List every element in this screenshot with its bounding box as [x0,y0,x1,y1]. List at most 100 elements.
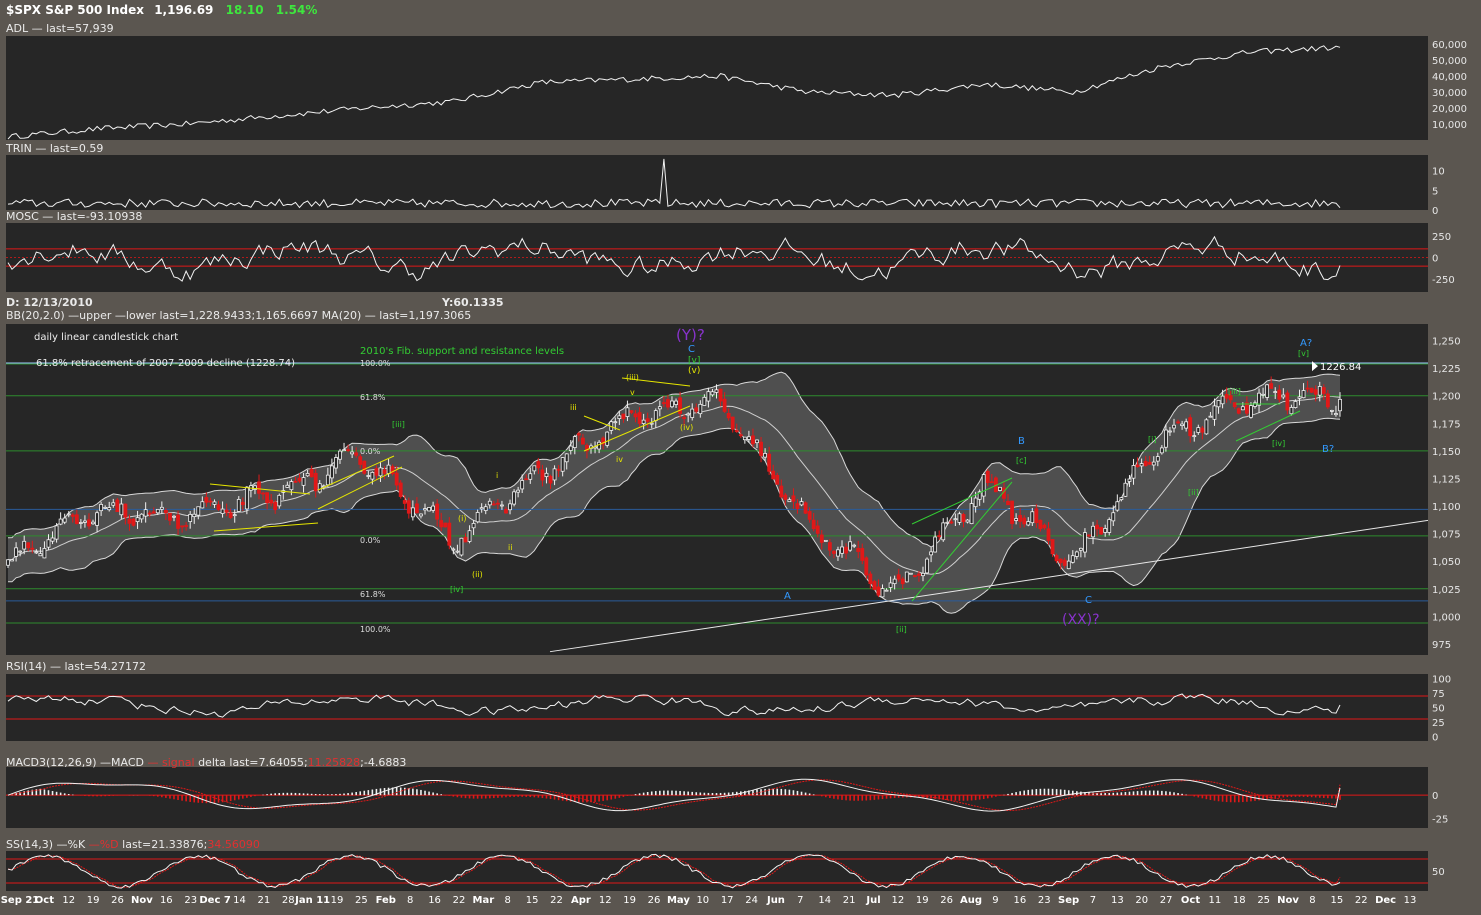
candle-body [487,500,492,506]
candle-body [1200,427,1205,433]
candle-body [775,475,780,485]
candle-body [973,497,978,508]
candle-body [1070,555,1075,563]
candle-body [872,581,877,590]
candle-body [512,491,516,505]
candle-body [70,514,75,517]
candle-body [34,551,39,554]
candle-body [1317,386,1322,396]
rsi-legend: RSI(14) — last=54.27172 [6,660,146,673]
candle-body [746,436,751,440]
candle-body [1261,393,1265,396]
wave-label: B [1018,436,1025,447]
adl-panel [6,36,1428,140]
bb-legend: BB(20,2.0) —upper —lower last=1,228.9433… [6,309,472,322]
candle-body [115,499,120,513]
candle-body [491,503,496,506]
wave-label: [iii] [392,420,405,429]
candle-body [188,514,193,522]
candle-body [111,502,116,506]
candle-body [815,525,820,534]
candle-body [14,547,18,557]
candle-body [1281,394,1286,398]
trin-tick-label: 5 [1432,186,1438,197]
candle-body [1232,402,1237,408]
x-tick-label: 28 [282,895,295,906]
candle-body [119,503,124,516]
candle-body [99,504,104,512]
candle-body [787,499,792,503]
candle-body [937,535,942,538]
candle-body [159,506,164,510]
candle-body [427,507,431,512]
wave-label: [i] [1148,435,1156,444]
macd-tick-label: 0 [1432,791,1438,802]
candle-body [1192,435,1197,438]
candle-body [998,486,1002,491]
ss-legend-k: SS(14,3) —%K [6,838,86,851]
candle-body [236,499,241,512]
candle-body [803,502,808,514]
wave-label: [iv] [450,585,463,594]
candle-body [560,457,565,472]
candle-body [46,539,51,548]
price-tick-label: 1,225 [1432,364,1461,375]
candle-body [1127,478,1132,482]
candle-body [467,530,472,542]
candle-body [1078,547,1083,551]
x-tick-label: 21 [257,895,270,906]
x-tick-label: 20 [1135,895,1148,906]
candle-body [1309,387,1314,393]
candle-body [184,525,189,527]
candle-body [273,501,278,511]
mosc-legend: MOSC — last=-93.10938 [6,210,143,223]
candle-body [1135,464,1140,467]
candle-body [1172,424,1176,429]
x-tick-label: 12 [892,895,905,906]
candle-body [965,519,970,523]
candle-body [738,434,743,437]
candle-body [1095,524,1099,530]
x-tick-label: 22 [550,895,563,906]
candle-body [556,468,561,471]
wave-label: [iv] [1272,439,1285,448]
candle-body [1253,402,1257,407]
candle-body [297,477,302,482]
candle-body [1212,405,1217,420]
candle-body [495,502,500,505]
adl-legend: ADL — last=57,939 [6,22,114,35]
candle-body [95,512,99,526]
candle-body [904,571,909,583]
x-tick-label: 15 [526,895,539,906]
candle-body [900,578,905,585]
candle-body [1277,389,1282,400]
price-tick-label: 1,075 [1432,530,1461,541]
candle-body [62,517,67,523]
candle-body [941,522,946,541]
x-tick-label: Sep 21 [1,895,40,906]
candle-body [666,399,670,408]
wave-label: [ii] [896,625,907,634]
x-tick-label: Sep [1058,895,1079,906]
candle-body [1014,518,1019,521]
candle-body [742,436,747,441]
chart-canvas[interactable]: daily linear candlestick chart 61.8% retr… [0,0,1481,911]
candle-body [674,400,678,405]
candle-body [1240,406,1245,411]
candle-body [734,430,739,432]
wave-label: (ii) [472,570,483,579]
x-tick-label: 22 [453,895,466,906]
fib-level-label: 100.0% [360,625,391,634]
candle-body [358,456,363,465]
price-change: 18.10 [225,3,264,17]
x-tick-label: 16 [428,895,441,906]
candle-body [670,400,674,408]
candle-body [1115,501,1120,511]
x-tick-label: 12 [599,895,612,906]
candle-body [30,547,35,550]
candle-body [807,511,812,520]
x-tick-label: 27 [1160,895,1173,906]
candle-body [475,512,480,523]
candle-body [1216,400,1221,408]
candle-body [208,500,213,503]
